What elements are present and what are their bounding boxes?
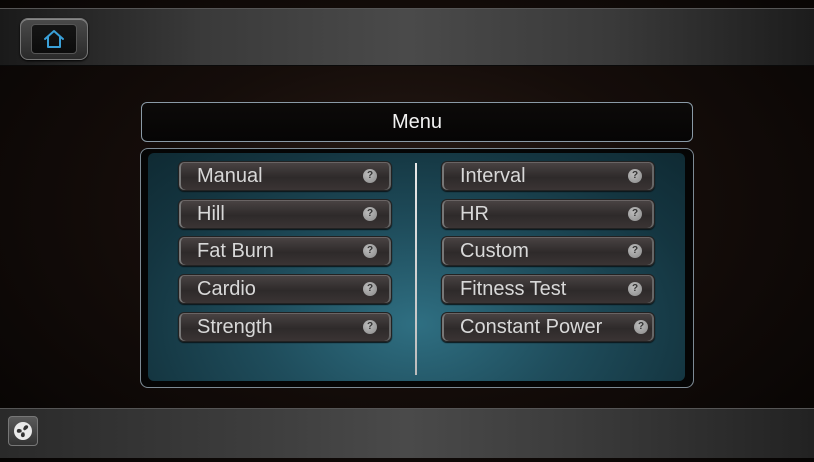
info-icon[interactable]: ? — [363, 169, 377, 183]
info-icon[interactable]: ? — [628, 282, 642, 296]
screen: Menu Manual ? Hill ? Fat Burn ? Cardio ?… — [0, 0, 814, 462]
info-icon[interactable]: ? — [363, 282, 377, 296]
menu-item-cardio[interactable]: Cardio ? — [178, 274, 392, 304]
menu-panel: Manual ? Hill ? Fat Burn ? Cardio ? Stre… — [148, 153, 685, 381]
menu-item-fitness-test[interactable]: Fitness Test ? — [441, 274, 655, 304]
menu-item-hr[interactable]: HR ? — [441, 199, 655, 229]
column-divider — [415, 163, 417, 375]
top-bar — [0, 8, 814, 66]
menu-item-label: Fat Burn — [197, 239, 274, 262]
menu-item-label: Interval — [460, 164, 526, 187]
menu-title-bar: Menu — [141, 102, 693, 142]
menu-item-label: Constant Power — [460, 315, 603, 338]
info-icon[interactable]: ? — [363, 207, 377, 221]
info-icon[interactable]: ? — [628, 169, 642, 183]
menu-item-label: Cardio — [197, 277, 256, 300]
fan-icon — [14, 422, 32, 440]
menu-item-interval[interactable]: Interval ? — [441, 161, 655, 191]
menu-item-label: Manual — [197, 164, 263, 187]
home-button[interactable] — [20, 18, 88, 60]
info-icon[interactable]: ? — [363, 244, 377, 258]
menu-item-fat-burn[interactable]: Fat Burn ? — [178, 236, 392, 266]
menu-item-label: Strength — [197, 315, 273, 338]
menu-item-strength[interactable]: Strength ? — [178, 312, 392, 342]
bottom-bar — [0, 408, 814, 458]
menu-item-label: Hill — [197, 202, 225, 225]
menu-item-label: Fitness Test — [460, 277, 567, 300]
home-icon — [44, 30, 64, 48]
menu-item-custom[interactable]: Custom ? — [441, 236, 655, 266]
menu-title: Menu — [391, 110, 443, 133]
menu-item-label: Custom — [460, 239, 529, 262]
menu-panel-frame: Manual ? Hill ? Fat Burn ? Cardio ? Stre… — [140, 148, 694, 388]
info-icon[interactable]: ? — [628, 207, 642, 221]
info-icon[interactable]: ? — [363, 320, 377, 334]
menu-item-constant-power[interactable]: Constant Power ? — [441, 312, 655, 342]
fan-button[interactable] — [8, 416, 38, 446]
menu-item-manual[interactable]: Manual ? — [178, 161, 392, 191]
menu-item-hill[interactable]: Hill ? — [178, 199, 392, 229]
info-icon[interactable]: ? — [628, 244, 642, 258]
info-icon[interactable]: ? — [634, 320, 648, 334]
home-icon-frame — [31, 24, 77, 54]
menu-item-label: HR — [460, 202, 489, 225]
